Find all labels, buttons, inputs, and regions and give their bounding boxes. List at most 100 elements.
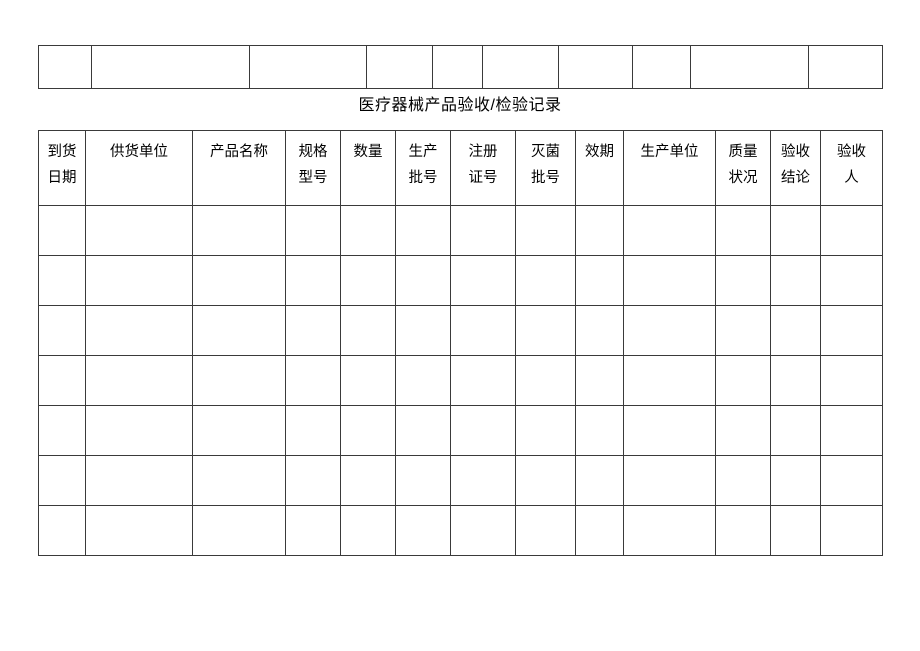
table-cell[interactable] bbox=[515, 405, 576, 456]
table-cell[interactable] bbox=[192, 255, 286, 306]
table-cell[interactable] bbox=[192, 205, 286, 256]
table-cell[interactable] bbox=[285, 305, 341, 356]
table-cell[interactable] bbox=[715, 205, 771, 256]
table-cell[interactable] bbox=[623, 355, 716, 406]
table-cell[interactable] bbox=[715, 505, 771, 556]
table-cell[interactable] bbox=[450, 455, 516, 506]
table-cell[interactable] bbox=[192, 355, 286, 406]
table-cell[interactable] bbox=[340, 255, 396, 306]
table-cell[interactable] bbox=[715, 355, 771, 406]
table-cell[interactable] bbox=[575, 205, 624, 256]
table-cell[interactable] bbox=[285, 505, 341, 556]
table-cell[interactable] bbox=[450, 355, 516, 406]
table-cell[interactable] bbox=[450, 305, 516, 356]
table-cell[interactable] bbox=[820, 205, 883, 256]
table-cell[interactable] bbox=[820, 505, 883, 556]
table-cell[interactable] bbox=[770, 255, 821, 306]
table-cell[interactable] bbox=[575, 355, 624, 406]
table-cell[interactable] bbox=[85, 405, 193, 456]
table-cell[interactable] bbox=[285, 455, 341, 506]
table-cell[interactable] bbox=[623, 255, 716, 306]
table-cell[interactable] bbox=[770, 455, 821, 506]
table-cell[interactable] bbox=[770, 205, 821, 256]
top-cell-2[interactable] bbox=[91, 45, 250, 89]
table-cell[interactable] bbox=[623, 405, 716, 456]
table-cell[interactable] bbox=[395, 305, 451, 356]
table-cell[interactable] bbox=[395, 405, 451, 456]
table-cell[interactable] bbox=[192, 455, 286, 506]
table-cell[interactable] bbox=[85, 205, 193, 256]
table-cell[interactable] bbox=[515, 505, 576, 556]
table-cell[interactable] bbox=[85, 255, 193, 306]
top-cell-9[interactable] bbox=[690, 45, 809, 89]
table-cell[interactable] bbox=[340, 455, 396, 506]
table-cell[interactable] bbox=[38, 405, 86, 456]
top-cell-1[interactable] bbox=[38, 45, 92, 89]
table-cell[interactable] bbox=[820, 405, 883, 456]
table-cell[interactable] bbox=[820, 355, 883, 406]
table-cell[interactable] bbox=[285, 405, 341, 456]
top-cell-4[interactable] bbox=[366, 45, 433, 89]
table-cell[interactable] bbox=[715, 255, 771, 306]
table-cell[interactable] bbox=[340, 205, 396, 256]
table-cell[interactable] bbox=[340, 305, 396, 356]
table-cell[interactable] bbox=[770, 505, 821, 556]
table-cell[interactable] bbox=[38, 455, 86, 506]
table-cell[interactable] bbox=[192, 505, 286, 556]
table-cell[interactable] bbox=[450, 255, 516, 306]
table-cell[interactable] bbox=[38, 205, 86, 256]
table-cell[interactable] bbox=[38, 505, 86, 556]
table-cell[interactable] bbox=[450, 505, 516, 556]
table-cell[interactable] bbox=[38, 355, 86, 406]
table-cell[interactable] bbox=[395, 355, 451, 406]
table-cell[interactable] bbox=[575, 405, 624, 456]
table-cell[interactable] bbox=[715, 305, 771, 356]
table-cell[interactable] bbox=[623, 505, 716, 556]
table-cell[interactable] bbox=[285, 205, 341, 256]
top-cell-5[interactable] bbox=[432, 45, 483, 89]
table-cell[interactable] bbox=[85, 305, 193, 356]
table-cell[interactable] bbox=[820, 455, 883, 506]
table-cell[interactable] bbox=[38, 255, 86, 306]
table-cell[interactable] bbox=[515, 205, 576, 256]
top-cell-6[interactable] bbox=[482, 45, 559, 89]
table-cell[interactable] bbox=[38, 305, 86, 356]
table-cell[interactable] bbox=[395, 205, 451, 256]
table-cell[interactable] bbox=[340, 505, 396, 556]
table-cell[interactable] bbox=[820, 305, 883, 356]
table-cell[interactable] bbox=[770, 355, 821, 406]
table-cell[interactable] bbox=[450, 205, 516, 256]
table-cell[interactable] bbox=[515, 255, 576, 306]
table-cell[interactable] bbox=[450, 405, 516, 456]
table-cell[interactable] bbox=[575, 255, 624, 306]
table-cell[interactable] bbox=[623, 305, 716, 356]
table-cell[interactable] bbox=[85, 505, 193, 556]
table-cell[interactable] bbox=[85, 355, 193, 406]
table-cell[interactable] bbox=[715, 455, 771, 506]
table-cell[interactable] bbox=[575, 455, 624, 506]
table-cell[interactable] bbox=[85, 455, 193, 506]
table-cell[interactable] bbox=[340, 355, 396, 406]
table-cell[interactable] bbox=[192, 405, 286, 456]
top-cell-7[interactable] bbox=[558, 45, 633, 89]
table-cell[interactable] bbox=[770, 405, 821, 456]
table-cell[interactable] bbox=[340, 405, 396, 456]
table-cell[interactable] bbox=[395, 455, 451, 506]
table-cell[interactable] bbox=[715, 405, 771, 456]
top-cell-8[interactable] bbox=[632, 45, 691, 89]
table-cell[interactable] bbox=[285, 255, 341, 306]
table-cell[interactable] bbox=[395, 255, 451, 306]
table-cell[interactable] bbox=[515, 455, 576, 506]
table-cell[interactable] bbox=[515, 355, 576, 406]
table-cell[interactable] bbox=[395, 505, 451, 556]
table-cell[interactable] bbox=[623, 205, 716, 256]
table-cell[interactable] bbox=[623, 455, 716, 506]
table-cell[interactable] bbox=[820, 255, 883, 306]
top-cell-10[interactable] bbox=[808, 45, 883, 89]
table-cell[interactable] bbox=[285, 355, 341, 406]
top-cell-3[interactable] bbox=[249, 45, 367, 89]
table-cell[interactable] bbox=[575, 505, 624, 556]
table-cell[interactable] bbox=[770, 305, 821, 356]
table-cell[interactable] bbox=[515, 305, 576, 356]
table-cell[interactable] bbox=[575, 305, 624, 356]
